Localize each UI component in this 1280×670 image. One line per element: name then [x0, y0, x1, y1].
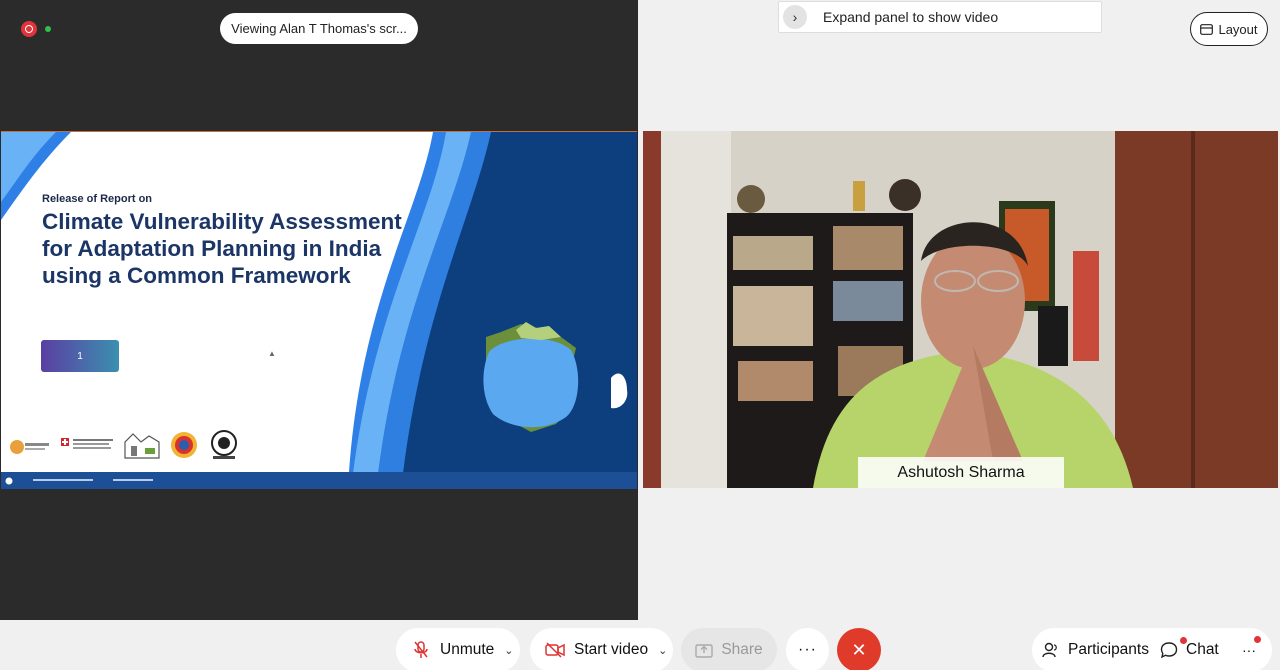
chat-label: Chat [1186, 641, 1219, 658]
start-video-button[interactable]: Start video ⌄ [530, 628, 673, 670]
layout-button[interactable]: Layout [1190, 12, 1268, 46]
mouse-cursor-icon: ▲ [268, 349, 276, 358]
recording-icon[interactable] [21, 21, 37, 37]
chevron-right-icon[interactable]: › [783, 5, 807, 29]
share-button[interactable]: Share [681, 628, 777, 670]
slide-footer [1, 472, 637, 489]
start-video-label: Start video [574, 641, 649, 658]
logo-3 [123, 430, 161, 460]
unmute-button[interactable]: Unmute ⌄ [396, 628, 520, 670]
footer-logo-icon [5, 477, 13, 485]
muted-mic-icon [410, 641, 432, 659]
slide-title: Climate Vulnerability Assessment for Ada… [42, 209, 402, 288]
expand-panel-label: Expand panel to show video [823, 9, 999, 25]
video-frame [643, 131, 1278, 488]
share-label: Share [721, 641, 763, 658]
chat-icon [1160, 642, 1178, 659]
slide-kicker: Release of Report on [42, 193, 153, 205]
participant-video[interactable]: Ashutosh Sharma [643, 131, 1278, 488]
participants-icon [1042, 642, 1057, 658]
layout-label: Layout [1218, 21, 1258, 37]
video-off-icon [544, 642, 566, 658]
participant-name-tag: Ashutosh Sharma [858, 457, 1064, 488]
logo-4 [169, 430, 199, 460]
shared-screen-panel: Viewing Alan T Thomas's scr... Release o… [0, 0, 638, 620]
meeting-window: Viewing Alan T Thomas's scr... Release o… [0, 0, 1280, 670]
overflow-label: ··· [1242, 642, 1256, 658]
close-icon: ✕ [851, 639, 867, 660]
leave-meeting-button[interactable]: ✕ [837, 628, 881, 670]
chevron-down-icon[interactable]: ⌄ [504, 644, 513, 657]
viewing-indicator[interactable]: Viewing Alan T Thomas's scr... [220, 13, 418, 44]
layout-icon [1200, 23, 1214, 35]
overflow-notification-badge [1254, 636, 1261, 643]
partner-logos [7, 430, 241, 460]
share-icon [695, 644, 714, 658]
logo-2 [59, 430, 115, 460]
shared-slide: Release of Report on Climate Vulnerabili… [1, 131, 637, 489]
overflow-menu-button[interactable]: ··· [1226, 628, 1272, 670]
slide-badge: 1 [41, 340, 119, 372]
chevron-down-icon[interactable]: ⌄ [658, 644, 667, 657]
chat-notification-badge [1180, 637, 1187, 644]
more-options-button[interactable]: ··· [786, 628, 829, 670]
participants-label: Participants [1068, 641, 1149, 658]
expand-panel-bar[interactable]: › Expand panel to show video [778, 1, 1102, 33]
chat-button[interactable]: Chat [1150, 628, 1226, 670]
meeting-toolbar: Unmute ⌄ Start video ⌄ Share ··· ✕ Parti… [0, 622, 1280, 670]
logo-1 [7, 430, 51, 460]
participants-button[interactable]: Participants [1032, 628, 1150, 670]
connection-status-icon [45, 26, 51, 32]
logo-5 [207, 430, 241, 460]
unmute-label: Unmute [440, 641, 495, 658]
